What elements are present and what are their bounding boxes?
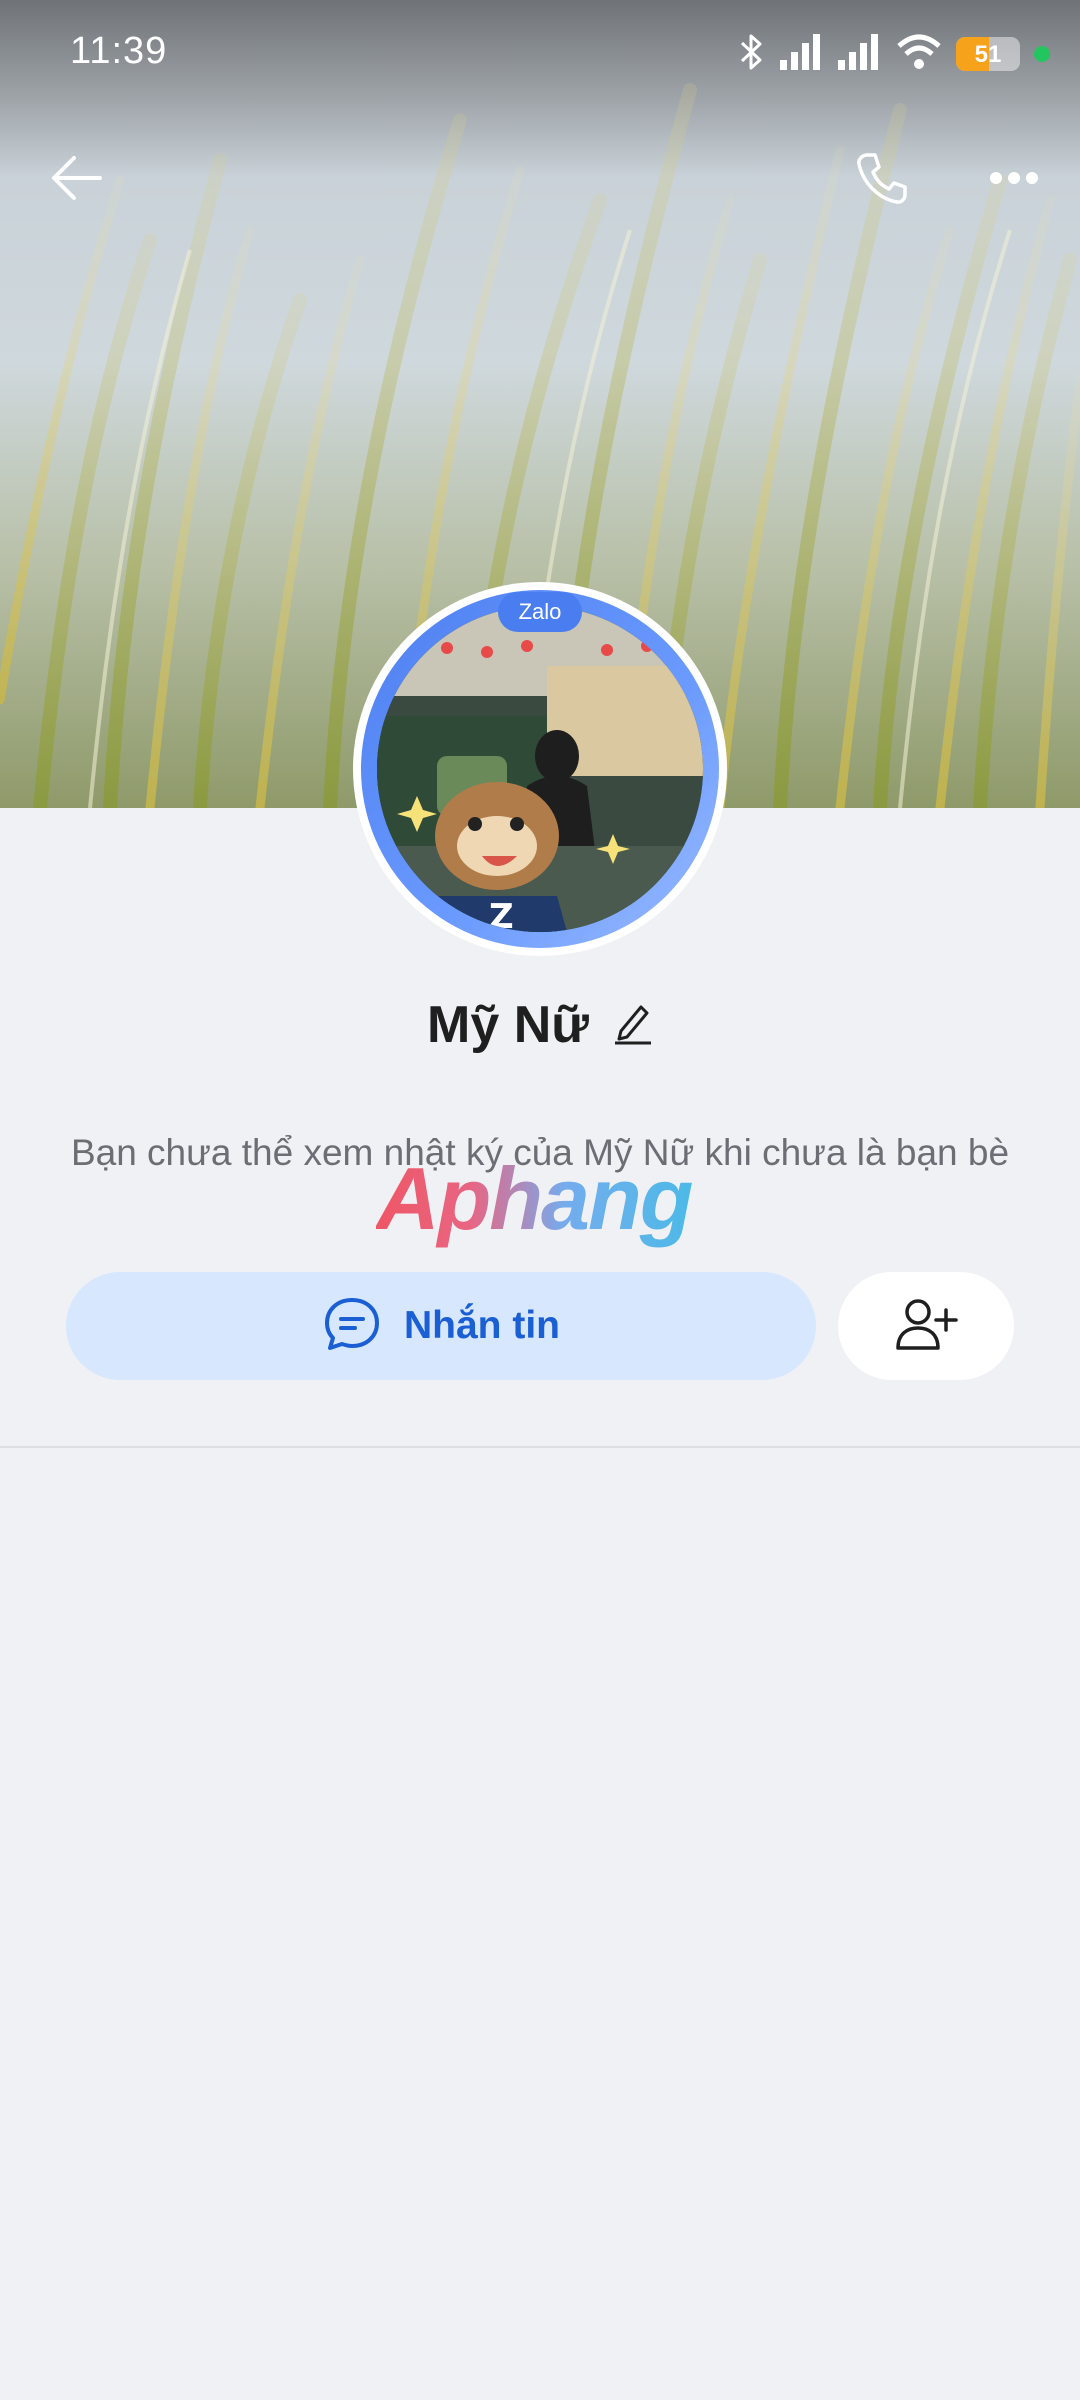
- profile-name: Mỹ Nữ: [427, 996, 589, 1054]
- battery-icon: 51: [956, 37, 1020, 71]
- status-bar: 11:39 51: [0, 0, 1080, 110]
- avatar-photo: Z: [377, 606, 703, 932]
- avatar-ring: Z: [361, 590, 719, 948]
- add-friend-button[interactable]: [838, 1272, 1014, 1380]
- status-icons: 51: [736, 32, 1050, 76]
- message-button[interactable]: Nhắn tin: [66, 1272, 816, 1380]
- section-divider: [0, 1446, 1080, 1448]
- name-row: Mỹ Nữ: [0, 995, 1080, 1055]
- wifi-icon: [896, 34, 942, 75]
- watermark-logo: Aphang: [376, 1149, 694, 1248]
- chat-bubble-icon: [322, 1295, 382, 1358]
- back-button[interactable]: [36, 140, 116, 220]
- status-time: 11:39: [70, 30, 168, 72]
- signal-icon: [780, 33, 824, 75]
- more-dots-icon: [989, 171, 1039, 190]
- call-button[interactable]: [842, 140, 922, 220]
- phone-icon: [853, 149, 911, 212]
- message-button-label: Nhắn tin: [404, 1304, 560, 1347]
- avatar[interactable]: Z: [353, 582, 727, 956]
- add-friend-icon: [894, 1296, 958, 1357]
- edit-pencil-icon[interactable]: [613, 1001, 653, 1050]
- privacy-dot-icon: [1034, 46, 1050, 62]
- battery-level: 51: [974, 41, 1002, 68]
- bluetooth-icon: [736, 32, 766, 77]
- more-button[interactable]: [974, 140, 1054, 220]
- signal-icon: [838, 33, 882, 75]
- svg-text:Z: Z: [489, 897, 514, 932]
- back-arrow-icon: [48, 154, 104, 207]
- zalo-badge: Zalo: [498, 592, 582, 632]
